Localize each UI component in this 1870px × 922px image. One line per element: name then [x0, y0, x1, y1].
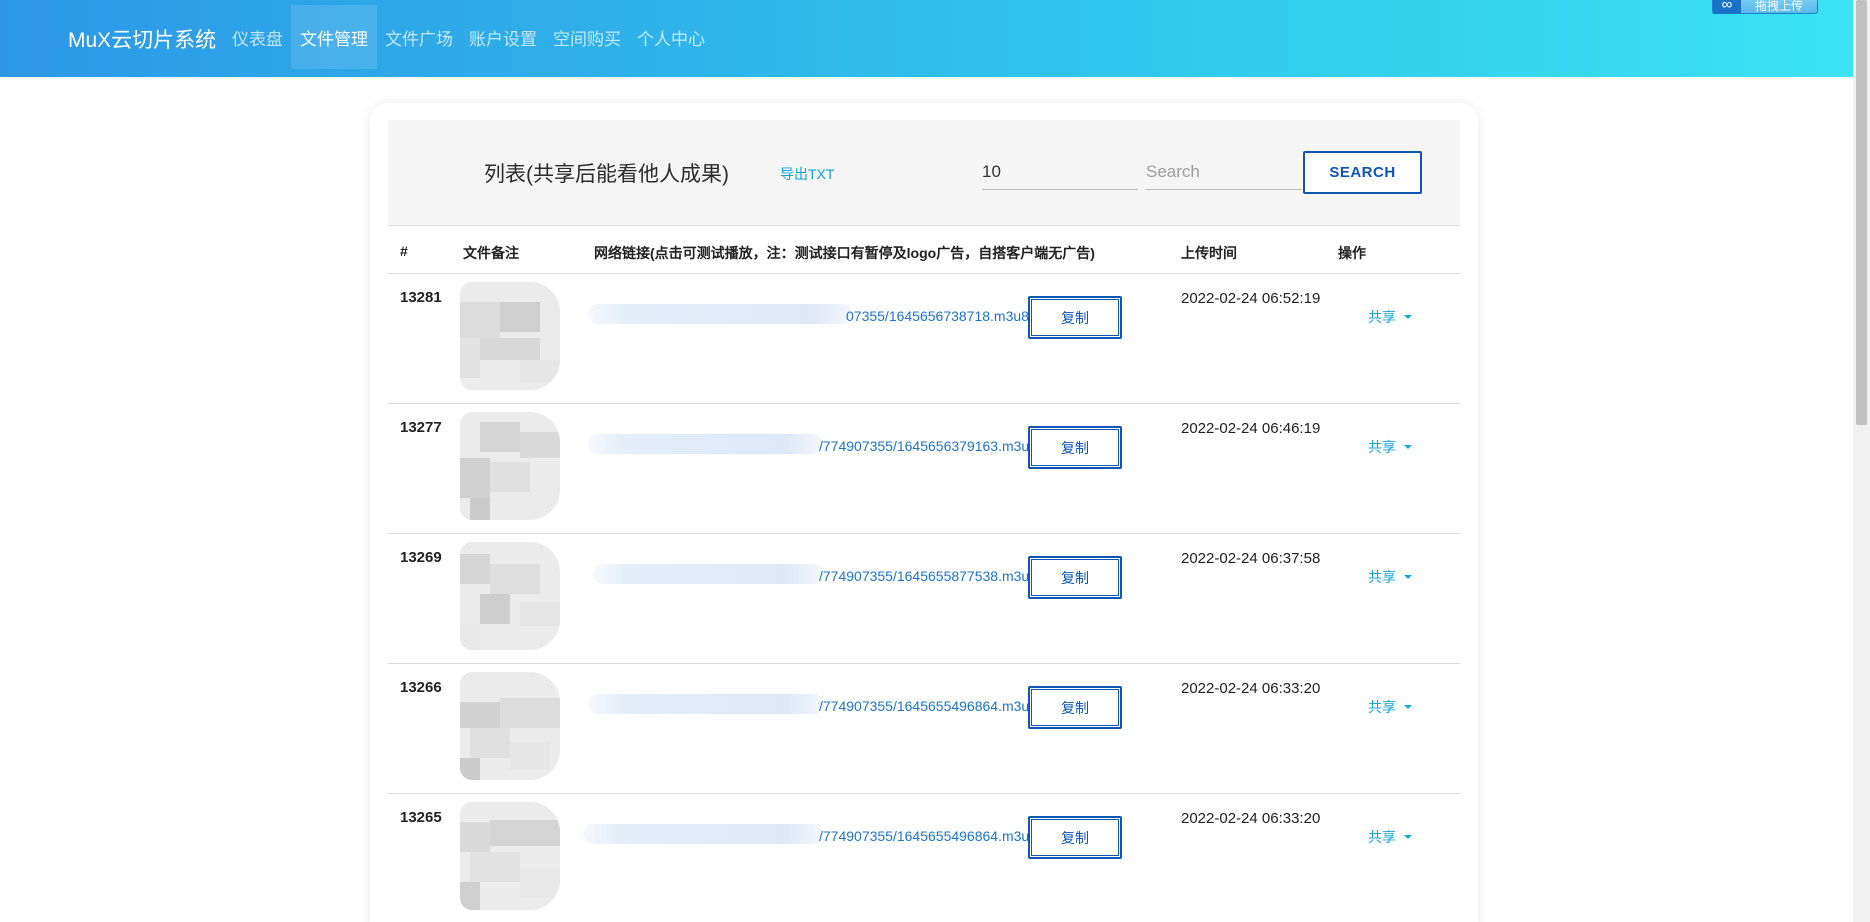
link-blur	[588, 304, 853, 324]
table-row: 13269 /774907355/1645655877538.m3u8 复制 2…	[388, 534, 1460, 664]
row-id: 13266	[400, 679, 442, 696]
note-thumbnail-blurred	[460, 412, 560, 520]
stream-link[interactable]: /774907355/1645656379163.m3u8	[819, 438, 1037, 454]
link-blur	[593, 564, 823, 584]
table-row: 13281 07355/1645656738718.m3u8 复制 2022-0…	[388, 274, 1460, 404]
nav-file-square[interactable]: 文件广场	[377, 5, 461, 69]
page-size-input[interactable]	[982, 154, 1138, 190]
page-scrollbar[interactable]	[1853, 0, 1870, 922]
copy-button[interactable]: 复制	[1028, 556, 1122, 599]
caret-down-icon	[1404, 835, 1412, 839]
note-thumbnail-blurred	[460, 672, 560, 780]
copy-button[interactable]: 复制	[1028, 816, 1122, 859]
caret-down-icon	[1404, 445, 1412, 449]
stream-link[interactable]: /774907355/1645655877538.m3u8	[819, 568, 1037, 584]
note-thumbnail-blurred	[460, 542, 560, 650]
table-row: 13277 /774907355/1645656379163.m3u8 复制 2…	[388, 404, 1460, 534]
link-blur	[588, 694, 823, 714]
share-dropdown[interactable]: 共享	[1368, 567, 1412, 587]
table-body: 13281 07355/1645656738718.m3u8 复制 2022-0…	[388, 274, 1460, 922]
upload-button[interactable]: ∞ 拖拽上传	[1712, 0, 1818, 14]
search-input[interactable]	[1146, 154, 1302, 190]
share-label: 共享	[1368, 699, 1396, 715]
scrollbar-thumb[interactable]	[1856, 0, 1867, 425]
row-id: 13281	[400, 289, 442, 306]
stream-link[interactable]: /774907355/1645655496864.m3u8	[819, 828, 1037, 844]
column-header-upload-time: 上传时间	[1181, 245, 1237, 261]
list-title: 列表(共享后能看他人成果)	[484, 163, 729, 186]
share-label: 共享	[1368, 309, 1396, 325]
table-row: 13266 /774907355/1645655496864.m3u8 复制 2…	[388, 664, 1460, 794]
row-id: 13265	[400, 809, 442, 826]
share-label: 共享	[1368, 439, 1396, 455]
table-row: 13265 /774907355/1645655496864.m3u8 复制 2…	[388, 794, 1460, 922]
row-id: 13277	[400, 419, 442, 436]
caret-down-icon	[1404, 315, 1412, 319]
stream-link[interactable]: /774907355/1645655496864.m3u8	[819, 698, 1037, 714]
link-blur	[588, 434, 823, 454]
share-dropdown[interactable]: 共享	[1368, 827, 1412, 847]
main-nav: 仪表盘 文件管理 文件广场 账户设置 空间购买 个人中心	[224, 5, 713, 69]
upload-time: 2022-02-24 06:33:20	[1181, 810, 1321, 827]
share-dropdown[interactable]: 共享	[1368, 437, 1412, 457]
export-txt-link[interactable]: 导出TXT	[780, 164, 834, 184]
share-dropdown[interactable]: 共享	[1368, 697, 1412, 717]
upload-time: 2022-02-24 06:46:19	[1181, 420, 1321, 437]
stream-link[interactable]: 07355/1645656738718.m3u8	[846, 308, 1029, 324]
search-button[interactable]: SEARCH	[1303, 151, 1422, 194]
note-thumbnail-blurred	[460, 802, 560, 910]
nav-account-settings[interactable]: 账户设置	[461, 5, 545, 69]
share-dropdown[interactable]: 共享	[1368, 307, 1412, 327]
caret-down-icon	[1404, 705, 1412, 709]
note-thumbnail-blurred	[460, 282, 560, 390]
column-header-id: #	[400, 243, 408, 259]
share-label: 共享	[1368, 569, 1396, 585]
infinity-icon: ∞	[1713, 0, 1741, 14]
brand-title[interactable]: MuX云切片系统	[68, 24, 216, 54]
column-header-link: 网络链接(点击可测试播放，注：测试接口有暂停及logo广告，自搭客户端无广告)	[594, 245, 1095, 261]
row-id: 13269	[400, 549, 442, 566]
upload-time: 2022-02-24 06:52:19	[1181, 290, 1321, 307]
upload-button-label: 拖拽上传	[1755, 0, 1804, 13]
nav-file-management[interactable]: 文件管理	[291, 5, 377, 69]
link-blur	[583, 824, 823, 844]
upload-time: 2022-02-24 06:37:58	[1181, 550, 1321, 567]
top-navbar: MuX云切片系统 仪表盘 文件管理 文件广场 账户设置 空间购买 个人中心 ∞ …	[0, 0, 1853, 77]
share-label: 共享	[1368, 829, 1396, 845]
upload-time: 2022-02-24 06:33:20	[1181, 680, 1321, 697]
nav-personal-center[interactable]: 个人中心	[629, 5, 713, 69]
copy-button[interactable]: 复制	[1028, 296, 1122, 339]
file-list-card: 列表(共享后能看他人成果) 导出TXT SEARCH # 文件备注 网络链接(点…	[370, 103, 1478, 922]
table-header: # 文件备注 网络链接(点击可测试播放，注：测试接口有暂停及logo广告，自搭客…	[388, 227, 1460, 274]
caret-down-icon	[1404, 575, 1412, 579]
list-toolbar: 列表(共享后能看他人成果) 导出TXT SEARCH	[388, 120, 1460, 226]
nav-space-purchase[interactable]: 空间购买	[545, 5, 629, 69]
column-header-note: 文件备注	[463, 245, 519, 261]
nav-dashboard[interactable]: 仪表盘	[224, 5, 291, 69]
copy-button[interactable]: 复制	[1028, 686, 1122, 729]
copy-button[interactable]: 复制	[1028, 426, 1122, 469]
column-header-actions: 操作	[1338, 245, 1366, 261]
